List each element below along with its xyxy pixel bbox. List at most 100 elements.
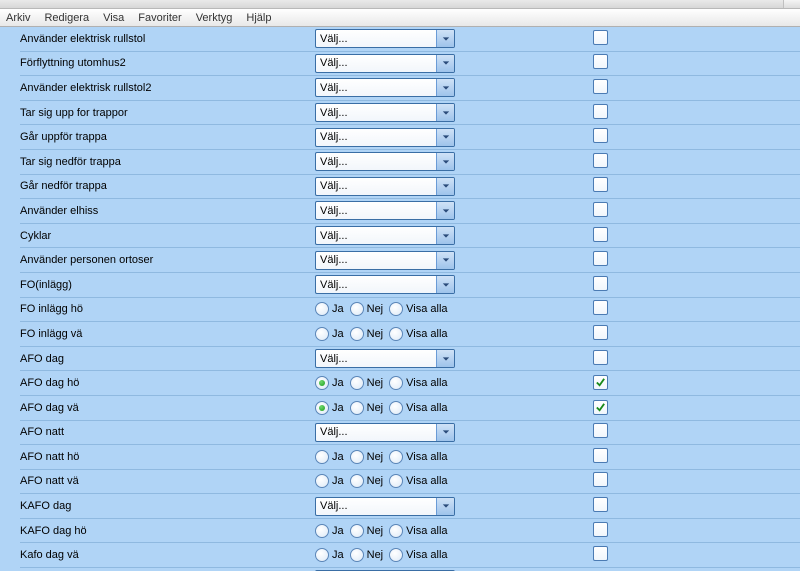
- row-label: Använder elektrisk rullstol2: [20, 82, 315, 94]
- menu-visa[interactable]: Visa: [103, 12, 124, 24]
- checkbox[interactable]: [593, 30, 608, 45]
- row-checkbox-cell: [575, 497, 615, 515]
- dropdown-value: Välj...: [316, 33, 436, 45]
- table-row: AFO natt Välj...: [20, 421, 800, 446]
- radio-ja[interactable]: [315, 548, 329, 562]
- chevron-down-icon: [436, 498, 454, 515]
- row-checkbox-cell: [575, 227, 615, 245]
- checkbox[interactable]: [593, 497, 608, 512]
- checkbox[interactable]: [593, 300, 608, 315]
- checkbox[interactable]: [593, 153, 608, 168]
- radio-label-visa-alla: Visa alla: [406, 303, 447, 315]
- dropdown[interactable]: Välj...: [315, 275, 455, 294]
- row-checkbox-cell: [575, 522, 615, 540]
- menu-verktyg[interactable]: Verktyg: [196, 12, 233, 24]
- dropdown[interactable]: Välj...: [315, 152, 455, 171]
- chevron-down-icon: [436, 350, 454, 367]
- radio-label-ja: Ja: [332, 475, 344, 487]
- checkbox[interactable]: [593, 54, 608, 69]
- radio-ja[interactable]: [315, 524, 329, 538]
- radio-label-ja: Ja: [332, 377, 344, 389]
- dropdown[interactable]: Välj...: [315, 103, 455, 122]
- checkbox[interactable]: [593, 472, 608, 487]
- checkbox[interactable]: [593, 227, 608, 242]
- row-label: AFO dag: [20, 353, 315, 365]
- radio-visa-alla[interactable]: [389, 302, 403, 316]
- dropdown[interactable]: Välj...: [315, 201, 455, 220]
- scrollbar-up-button[interactable]: [783, 0, 800, 8]
- row-label: AFO dag vä: [20, 402, 315, 414]
- radio-visa-alla[interactable]: [389, 327, 403, 341]
- radio-nej[interactable]: [350, 376, 364, 390]
- dropdown[interactable]: Välj...: [315, 54, 455, 73]
- dropdown-value: Välj...: [316, 131, 436, 143]
- row-label: Går uppför trappa: [20, 131, 315, 143]
- radio-nej[interactable]: [350, 302, 364, 316]
- checkbox[interactable]: [593, 177, 608, 192]
- dropdown[interactable]: Välj...: [315, 78, 455, 97]
- dropdown[interactable]: Välj...: [315, 251, 455, 270]
- row-control: Välj...: [315, 103, 575, 122]
- radio-nej[interactable]: [350, 327, 364, 341]
- checkbox[interactable]: [593, 350, 608, 365]
- radio-ja[interactable]: [315, 450, 329, 464]
- radio-group: Ja Nej Visa alla: [315, 548, 448, 562]
- menu-redigera[interactable]: Redigera: [44, 12, 89, 24]
- checkbox[interactable]: [593, 79, 608, 94]
- dropdown[interactable]: Välj...: [315, 497, 455, 516]
- checkbox[interactable]: [593, 325, 608, 340]
- checkbox[interactable]: [593, 251, 608, 266]
- menu-favoriter[interactable]: Favoriter: [138, 12, 181, 24]
- checkbox[interactable]: [593, 522, 608, 537]
- radio-label-ja: Ja: [332, 451, 344, 463]
- row-control: Ja Nej Visa alla: [315, 524, 575, 538]
- radio-nej[interactable]: [350, 548, 364, 562]
- dropdown[interactable]: Välj...: [315, 128, 455, 147]
- checkbox[interactable]: [593, 375, 608, 390]
- radio-visa-alla[interactable]: [389, 376, 403, 390]
- dropdown-value: Välj...: [316, 500, 436, 512]
- radio-ja[interactable]: [315, 474, 329, 488]
- checkbox[interactable]: [593, 104, 608, 119]
- radio-visa-alla[interactable]: [389, 474, 403, 488]
- radio-visa-alla[interactable]: [389, 450, 403, 464]
- table-row: AFO dag hö Ja Nej Visa alla: [20, 371, 800, 396]
- dropdown-value: Välj...: [316, 353, 436, 365]
- radio-nej[interactable]: [350, 450, 364, 464]
- checkbox[interactable]: [593, 128, 608, 143]
- checkbox[interactable]: [593, 423, 608, 438]
- table-row: FO(inlägg) Välj...: [20, 273, 800, 298]
- menu-hjalp[interactable]: Hjälp: [246, 12, 271, 24]
- row-control: Ja Nej Visa alla: [315, 376, 575, 390]
- dropdown[interactable]: Välj...: [315, 423, 455, 442]
- dropdown[interactable]: Välj...: [315, 226, 455, 245]
- row-label: AFO natt vä: [20, 475, 315, 487]
- row-checkbox-cell: [575, 251, 615, 269]
- radio-label-visa-alla: Visa alla: [406, 328, 447, 340]
- radio-visa-alla[interactable]: [389, 548, 403, 562]
- dropdown[interactable]: Välj...: [315, 29, 455, 48]
- row-label: KAFO dag hö: [20, 525, 315, 537]
- checkbox[interactable]: [593, 276, 608, 291]
- checkbox[interactable]: [593, 546, 608, 561]
- row-label: Tar sig upp for trappor: [20, 107, 315, 119]
- radio-visa-alla[interactable]: [389, 401, 403, 415]
- checkbox[interactable]: [593, 202, 608, 217]
- dropdown[interactable]: Välj...: [315, 349, 455, 368]
- radio-nej[interactable]: [350, 524, 364, 538]
- checkbox[interactable]: [593, 400, 608, 415]
- checkbox[interactable]: [593, 448, 608, 463]
- radio-ja[interactable]: [315, 302, 329, 316]
- table-row: Använder elhiss Välj...: [20, 199, 800, 224]
- dropdown[interactable]: Välj...: [315, 177, 455, 196]
- table-row: Använder personen ortoser Välj...: [20, 248, 800, 273]
- row-checkbox-cell: [575, 546, 615, 564]
- menu-arkiv[interactable]: Arkiv: [6, 12, 30, 24]
- radio-nej[interactable]: [350, 474, 364, 488]
- radio-ja[interactable]: [315, 327, 329, 341]
- radio-ja[interactable]: [315, 376, 329, 390]
- radio-nej[interactable]: [350, 401, 364, 415]
- chevron-down-icon: [436, 202, 454, 219]
- radio-ja[interactable]: [315, 401, 329, 415]
- radio-visa-alla[interactable]: [389, 524, 403, 538]
